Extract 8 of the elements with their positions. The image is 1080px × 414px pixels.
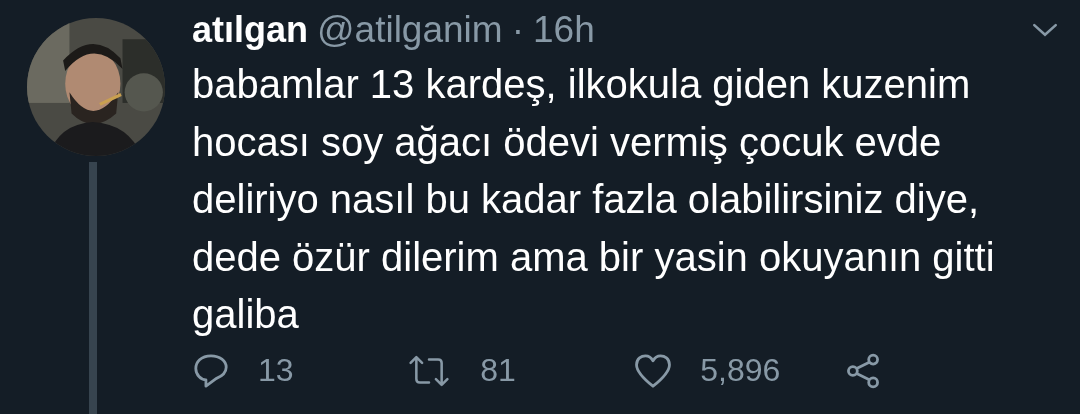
action-count: 5,896 xyxy=(700,352,781,389)
action-count: 13 xyxy=(258,352,294,389)
separator-dot: · xyxy=(511,9,524,51)
user-handle[interactable]: @atilganim xyxy=(317,9,503,51)
display-name[interactable]: atılgan xyxy=(192,9,308,51)
tweet-time[interactable]: 16h xyxy=(533,9,595,51)
tweet-text: babamlar 13 kardeş, ilkokula giden kuzenim hocası soy ağacı ödevi vermiş çocuk evde deliriyo nasıl bu kadar fazla olabilirsiniz diye, dede özür dilerim ama bir yasin okuyanın gitti galiba xyxy=(192,61,996,338)
action-count: 81 xyxy=(480,352,516,389)
